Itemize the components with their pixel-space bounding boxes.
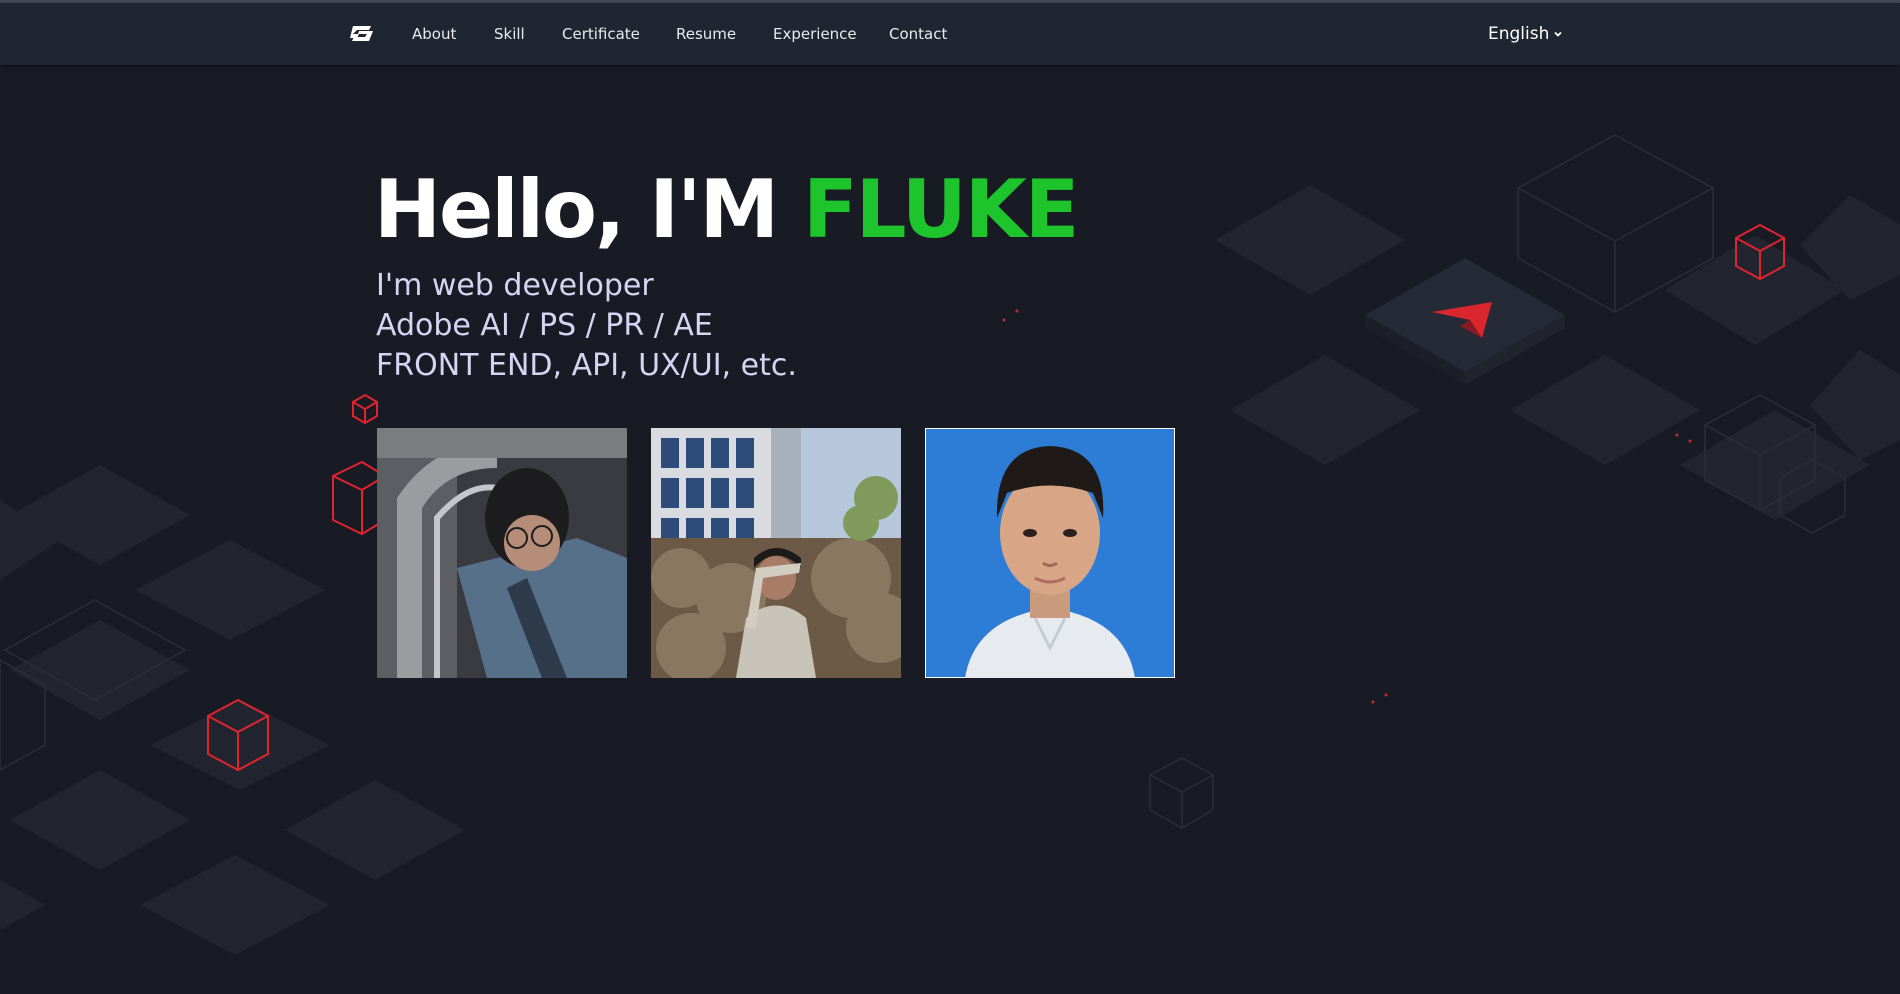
hero-line-tools: Adobe AI / PS / PR / AE [376, 308, 713, 343]
nav-item-resume[interactable]: Resume [676, 3, 736, 65]
red-arrow-icon [1432, 302, 1492, 338]
navbar: About Skill Certificate Resume Experienc… [0, 3, 1900, 65]
hero-line-role: I'm web developer [376, 268, 654, 303]
hero-greeting: Hello, I'M [374, 163, 779, 256]
photo-1[interactable] [377, 428, 627, 678]
portrait-photo-glasses [377, 428, 627, 678]
hero-name: FLUKE [802, 163, 1079, 256]
portrait-photo-outdoor [651, 428, 901, 678]
chevron-down-icon [1554, 31, 1563, 37]
nav-item-skill[interactable]: Skill [494, 3, 525, 65]
photo-2[interactable] [651, 428, 901, 678]
nav-item-contact[interactable]: Contact [889, 3, 947, 65]
language-selected: English [1488, 24, 1550, 44]
photo-3[interactable] [925, 428, 1175, 678]
hero-subtitle: I'm web developer Adobe AI / PS / PR / A… [376, 266, 797, 386]
fg-logo-icon[interactable] [346, 23, 374, 45]
nav-item-about[interactable]: About [412, 3, 456, 65]
language-select[interactable]: English [1488, 3, 1563, 65]
portrait-photo-id [925, 428, 1175, 678]
nav-item-certificate[interactable]: Certificate [562, 3, 640, 65]
hero-line-skills: FRONT END, API, UX/UI, etc. [376, 348, 797, 383]
hero-title: Hello, I'M FLUKE [374, 160, 1079, 260]
page: About Skill Certificate Resume Experienc… [0, 0, 1900, 994]
nav-item-experience[interactable]: Experience [773, 3, 857, 65]
